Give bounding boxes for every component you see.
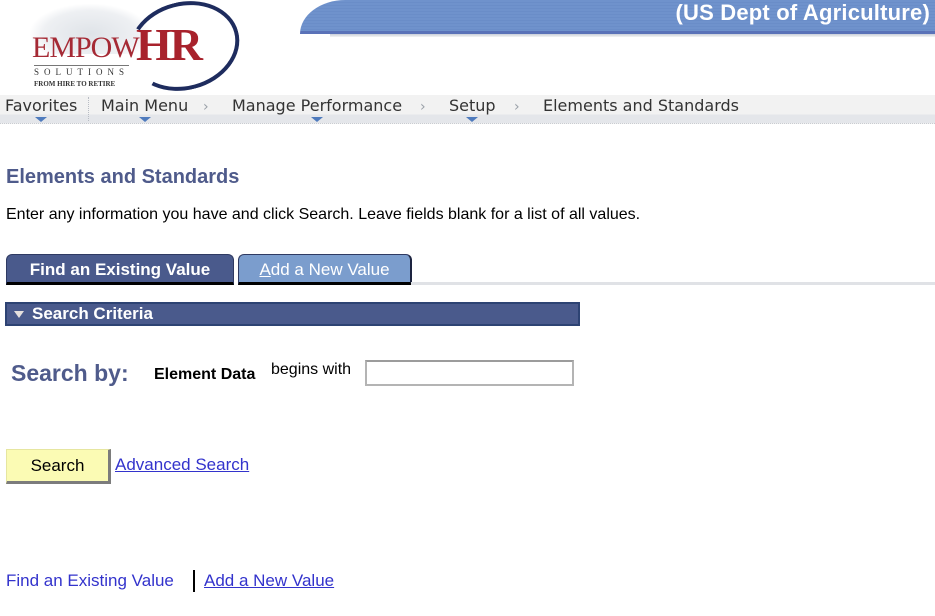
nav-setup[interactable]: Setup bbox=[449, 96, 496, 122]
dropdown-arrow-icon bbox=[311, 117, 324, 122]
search-criteria-header[interactable]: Search Criteria bbox=[5, 302, 580, 326]
tab-add-new-value[interactable]: Add a New Value bbox=[238, 254, 412, 285]
tab-add-label: dd a New Value bbox=[270, 260, 390, 279]
nav-main-menu[interactable]: Main Menu bbox=[101, 96, 189, 122]
element-data-input[interactable] bbox=[365, 360, 574, 386]
logo-solutions: SOLUTIONS bbox=[34, 65, 130, 77]
footer-add-new-value-link[interactable]: Add a New Value bbox=[204, 571, 334, 591]
logo-tagline: FROM HIRE TO RETIRE bbox=[34, 80, 116, 88]
nav-current-label: Elements and Standards bbox=[543, 96, 739, 115]
tab-find-label: Find an Existing Value bbox=[29, 260, 211, 279]
dropdown-arrow-icon bbox=[138, 117, 151, 122]
tab-bar: Find an Existing Value Add a New Value bbox=[6, 254, 935, 285]
footer-find-existing-value-link[interactable]: Find an Existing Value bbox=[6, 571, 174, 591]
breadcrumb: Favorites Main Menu › Manage Performance… bbox=[0, 95, 935, 124]
logo-brand-right: HR bbox=[136, 19, 203, 70]
chevron-right-icon: › bbox=[203, 99, 209, 115]
nav-setup-label: Setup bbox=[449, 96, 496, 115]
search-button[interactable]: Search bbox=[6, 449, 111, 484]
nav-favorites[interactable]: Favorites bbox=[5, 96, 78, 122]
chevron-right-icon: › bbox=[420, 99, 426, 115]
header-banner: (US Dept of Agriculture) EMPOW HR SOLUTI… bbox=[0, 0, 935, 103]
search-by-label: Search by: bbox=[11, 360, 129, 386]
collapse-triangle-icon bbox=[14, 311, 24, 318]
page-title: Elements and Standards bbox=[6, 166, 240, 188]
nav-divider bbox=[88, 97, 89, 121]
search-criteria-label: Search Criteria bbox=[32, 304, 153, 323]
nav-manage-performance-label: Manage Performance bbox=[232, 96, 403, 115]
org-title: (US Dept of Agriculture) bbox=[675, 0, 930, 25]
nav-main-menu-label: Main Menu bbox=[101, 96, 189, 115]
empowhr-logo: EMPOW HR SOLUTIONS FROM HIRE TO RETIRE bbox=[10, 0, 250, 103]
logo-brand-left: EMPOW bbox=[32, 31, 140, 64]
tab-baseline bbox=[411, 282, 935, 285]
tab-find-existing-value[interactable]: Find an Existing Value bbox=[6, 254, 234, 285]
dropdown-arrow-icon bbox=[35, 117, 48, 122]
chevron-right-icon: › bbox=[514, 99, 520, 115]
nav-manage-performance[interactable]: Manage Performance bbox=[232, 96, 403, 122]
operator-label: begins with bbox=[271, 361, 352, 378]
footer-divider bbox=[193, 570, 195, 592]
dropdown-arrow-icon bbox=[466, 117, 479, 122]
tab-add-accesskey: A bbox=[259, 260, 271, 279]
nav-elements-and-standards: Elements and Standards bbox=[543, 96, 739, 116]
instructions-text: Enter any information you have and click… bbox=[6, 206, 641, 223]
advanced-search-link[interactable]: Advanced Search bbox=[115, 455, 249, 475]
element-data-label: Element Data bbox=[154, 366, 256, 383]
nav-favorites-label: Favorites bbox=[5, 96, 78, 115]
